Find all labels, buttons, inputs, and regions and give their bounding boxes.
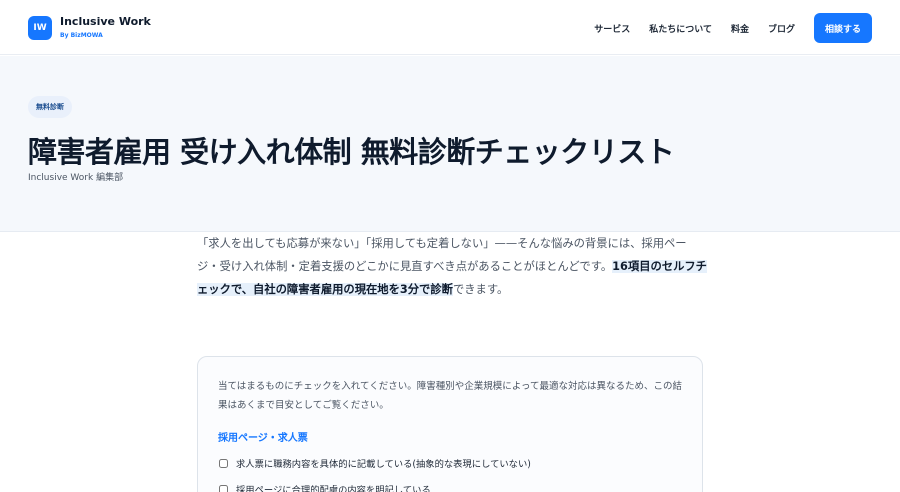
checklist-item[interactable]: 求人票に職務内容を具体的に記載している(抽象的な表現にしていない) <box>218 456 682 470</box>
checklist-item-label: 採用ページに合理的配慮の内容を明記している <box>236 485 431 492</box>
logo-link[interactable]: IW Inclusive Work By BizMOWA <box>28 15 151 40</box>
site-header: IW Inclusive Work By BizMOWA サービス 私たちについ… <box>0 0 900 55</box>
checklist-item[interactable]: 採用ページに合理的配慮の内容を明記している <box>218 482 682 492</box>
intro-tail: できます。 <box>452 283 509 296</box>
nav-link-about[interactable]: 私たちについて <box>649 22 712 35</box>
checklist-card: 当てはまるものにチェックを入れてください。障害種別や企業規模によって最適な対応は… <box>197 356 703 492</box>
logo-text: Inclusive Work By BizMOWA <box>60 15 151 40</box>
consult-button[interactable]: 相談する <box>814 13 872 43</box>
page-title: 障害者雇用 受け入れ体制 無料診断チェックリスト <box>28 135 675 169</box>
intro-paragraph: 「求人を出しても応募が来ない」「採用しても定着しない」——そんな悩みの背景には、… <box>197 232 707 301</box>
hero-section: 無料診断 障害者雇用 受け入れ体制 無料診断チェックリスト Inclusive … <box>0 56 900 232</box>
nav-link-pricing[interactable]: 料金 <box>731 22 749 35</box>
checklist-item-label: 求人票に職務内容を具体的に記載している(抽象的な表現にしていない) <box>236 459 531 470</box>
logo-title: Inclusive Work <box>60 15 151 28</box>
author-byline: Inclusive Work 編集部 <box>28 173 124 183</box>
logo-mark-icon: IW <box>28 15 52 40</box>
checklist-checkbox[interactable] <box>219 458 228 468</box>
nav-link-blog[interactable]: ブログ <box>768 22 795 35</box>
checklist-checkbox[interactable] <box>219 484 228 492</box>
checklist-section-title: 採用ページ・求人票 <box>218 433 308 444</box>
nav-link-services[interactable]: サービス <box>594 22 630 35</box>
checklist-description: 当てはまるものにチェックを入れてください。障害種別や企業規模によって最適な対応は… <box>218 381 682 411</box>
logo-subtitle: By BizMOWA <box>60 32 103 39</box>
category-badge[interactable]: 無料診断 <box>28 96 72 118</box>
main-nav: サービス 私たちについて 料金 ブログ 相談する <box>594 13 872 43</box>
